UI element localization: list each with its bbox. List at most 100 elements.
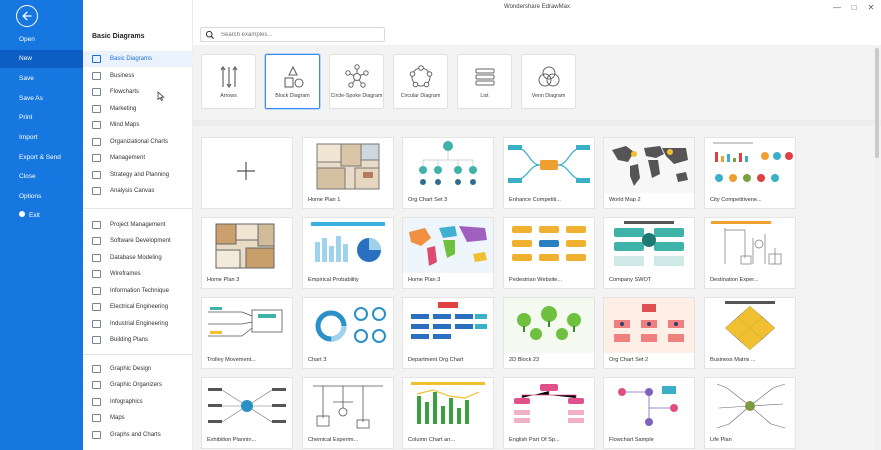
backstage-import[interactable]: Import	[0, 129, 83, 147]
maximize-button[interactable]: □	[848, 3, 860, 13]
template-thumbnail	[202, 378, 292, 433]
category-electrical-engineering[interactable]: Electrical Engineering	[83, 299, 193, 315]
template-card[interactable]: Life Plan	[704, 377, 796, 449]
category-basic-diagrams[interactable]: Basic Diagrams	[83, 51, 193, 67]
template-card[interactable]: Destination Exper...	[704, 217, 796, 289]
backstage-export-send[interactable]: Export & Send	[0, 149, 83, 167]
template-name: Business Matrix ...	[710, 357, 756, 363]
category-divider	[83, 354, 193, 355]
category-infographics[interactable]: Infographics	[83, 394, 193, 410]
type-label: Circular Diagram	[400, 93, 441, 99]
type-arrows[interactable]: Arrows	[201, 54, 256, 109]
graphs-charts-icon	[92, 431, 101, 439]
template-card[interactable]: Column Chart an...	[402, 377, 494, 449]
template-name: Trolley Movement...	[207, 357, 256, 363]
template-card[interactable]: Trolley Movement...	[201, 297, 293, 369]
type-block-diagram[interactable]: Block Diagram	[265, 54, 320, 109]
template-thumbnail	[403, 378, 493, 433]
venn-diagram-icon	[538, 66, 560, 87]
category-marketing[interactable]: Marketing	[83, 101, 193, 117]
building-plans-icon	[92, 336, 101, 344]
type-list[interactable]: List	[457, 54, 512, 109]
category-org-charts[interactable]: Organizational Charts	[83, 134, 193, 150]
category-label: Strategy and Planning	[110, 172, 170, 178]
type-circle-spoke[interactable]: Circle-Spoke Diagram	[329, 54, 384, 109]
scrollbar-thumb[interactable]	[875, 48, 879, 158]
template-card[interactable]: Home Plan 3	[402, 217, 494, 289]
type-circular-diagram[interactable]: Circular Diagram	[393, 54, 448, 109]
category-management[interactable]: Management	[83, 150, 193, 166]
blank-template-card[interactable]	[201, 137, 293, 209]
template-card[interactable]: Org Chart Set 3	[402, 137, 494, 209]
category-database-modeling[interactable]: Database Modeling	[83, 250, 193, 266]
template-card[interactable]: Chemical Experim...	[302, 377, 394, 449]
category-label: Project Management	[110, 222, 166, 228]
template-card[interactable]: Home Plan 1	[302, 137, 394, 209]
template-card[interactable]: Flowchart Sample	[603, 377, 695, 449]
template-name: Empirical Probability	[308, 277, 359, 283]
template-card[interactable]: Pedestrian Website...	[503, 217, 595, 289]
backstage-exit[interactable]: Exit	[0, 207, 83, 225]
category-software-development[interactable]: Software Development	[83, 233, 193, 249]
search-box[interactable]	[200, 27, 385, 42]
back-arrow-icon	[22, 11, 32, 21]
category-analysis-canvas[interactable]: Analysis Canvas	[83, 183, 193, 199]
template-card[interactable]: Chart 3	[302, 297, 394, 369]
backstage-close[interactable]: Close	[0, 168, 83, 186]
title-bar: Wondershare EdrawMax — □ ✕	[193, 0, 881, 20]
category-graphic-design[interactable]: Graphic Design	[83, 361, 193, 377]
template-name: Home Plan 3	[408, 277, 441, 283]
template-card[interactable]: Enhance Competiti...	[503, 137, 595, 209]
backstage-open[interactable]: Open	[0, 31, 83, 49]
category-information-technique[interactable]: Information Technique	[83, 283, 193, 299]
template-card[interactable]: English Part Of Sp...	[503, 377, 595, 449]
template-card[interactable]: 2D Block 23	[503, 297, 595, 369]
category-label: Industrial Engineering	[110, 321, 169, 327]
category-graphic-organizers[interactable]: Graphic Organizers	[83, 377, 193, 393]
template-card[interactable]: Company SWOT	[603, 217, 695, 289]
backstage-options[interactable]: Options	[0, 188, 83, 206]
category-label: Management	[110, 155, 146, 161]
category-graphs-charts[interactable]: Graphs and Charts	[83, 427, 193, 443]
category-sidebar: Basic Diagrams Basic Diagrams Business F…	[83, 0, 193, 450]
list-icon	[475, 68, 495, 86]
category-maps[interactable]: Maps	[83, 410, 193, 426]
analysis-canvas-icon	[92, 187, 101, 195]
category-industrial-engineering[interactable]: Industrial Engineering	[83, 316, 193, 332]
category-mind-maps[interactable]: Mind Maps	[83, 117, 193, 133]
template-card[interactable]: World Map 2	[603, 137, 695, 209]
backstage-print[interactable]: Print	[0, 109, 83, 127]
template-thumbnail	[403, 218, 493, 273]
template-name: Company SWOT	[609, 277, 652, 283]
template-card[interactable]: City Competitivene...	[704, 137, 796, 209]
type-label: Block Diagram	[275, 93, 310, 99]
type-venn-diagram[interactable]: Venn Diagram	[521, 54, 576, 109]
minimize-button[interactable]: —	[831, 3, 843, 13]
category-wireframes[interactable]: Wireframes	[83, 266, 193, 282]
block-diagram-icon	[284, 65, 304, 88]
category-flowcharts[interactable]: Flowcharts	[83, 84, 193, 100]
category-label: Graphic Design	[110, 366, 152, 372]
category-strategy-planning[interactable]: Strategy and Planning	[83, 167, 193, 183]
template-thumbnail	[303, 138, 393, 193]
category-label: Electrical Engineering	[110, 304, 169, 310]
backstage-save-as[interactable]: Save As	[0, 90, 83, 108]
category-project-management[interactable]: Project Management	[83, 217, 193, 233]
template-card[interactable]: Business Matrix ...	[704, 297, 796, 369]
back-arrow-button[interactable]	[16, 5, 38, 27]
search-input[interactable]	[221, 29, 381, 40]
close-window-button[interactable]: ✕	[865, 3, 877, 13]
backstage-new[interactable]: New	[0, 50, 83, 68]
category-building-plans[interactable]: Building Plans	[83, 332, 193, 348]
template-thumbnail	[303, 298, 393, 353]
template-card[interactable]: Empirical Probability	[302, 217, 394, 289]
template-card[interactable]: Org Chart Set 2	[603, 297, 695, 369]
template-card[interactable]: Home Plan 3	[201, 217, 293, 289]
template-name: City Competitivene...	[710, 197, 762, 203]
category-business[interactable]: Business	[83, 68, 193, 84]
management-icon	[92, 154, 101, 162]
backstage-save[interactable]: Save	[0, 70, 83, 88]
template-card[interactable]: Department Org Chart	[402, 297, 494, 369]
template-thumbnail	[705, 298, 795, 353]
template-card[interactable]: Exhibition Plannin...	[201, 377, 293, 449]
